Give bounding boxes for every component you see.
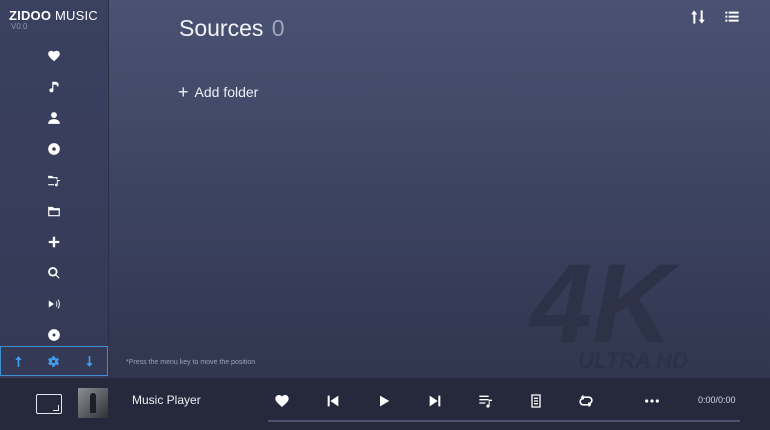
document-icon [531, 394, 541, 408]
folder-music-icon [48, 175, 60, 186]
person-icon [48, 111, 60, 124]
sidebar-item-albums[interactable] [0, 133, 108, 164]
search-icon [48, 266, 60, 279]
app-version: V0.0 [11, 22, 28, 31]
previous-button[interactable] [324, 392, 342, 410]
settings-button[interactable] [36, 347, 71, 375]
music-note-icon [49, 81, 59, 92]
move-up-button[interactable] [1, 347, 36, 375]
sidebar-item-artists[interactable] [0, 102, 108, 133]
playback-time: 0:00/0:00 [698, 395, 736, 405]
sidebar-item-folders[interactable] [0, 195, 108, 226]
watermark-ultra-hd: ULTRA HD [578, 348, 688, 373]
repeat-button[interactable] [577, 392, 595, 410]
record-icon [48, 328, 60, 341]
more-horizontal-icon [645, 399, 659, 403]
list-view-button[interactable] [724, 9, 740, 25]
skip-previous-icon [327, 395, 339, 407]
repeat-icon [579, 394, 593, 408]
disc-icon [48, 142, 60, 155]
sort-button[interactable] [690, 9, 706, 25]
playlist-music-icon [479, 395, 492, 408]
sidebar-item-search[interactable] [0, 257, 108, 288]
sidebar-position-controls [0, 346, 108, 376]
sidebar-item-music-folders[interactable] [0, 164, 108, 195]
arrow-down-icon [86, 355, 93, 367]
4k-ultra-hd-watermark: 4K ULTRA HD [528, 250, 688, 373]
skip-next-icon [429, 395, 441, 407]
track-title: Music Player [132, 393, 201, 407]
sidebar-item-songs[interactable] [0, 71, 108, 102]
header-actions [690, 9, 740, 25]
sidebar: ZIDOO MUSIC V0.0 [0, 0, 109, 378]
heart-icon [275, 395, 289, 407]
list-icon [725, 11, 739, 22]
more-button[interactable] [643, 392, 661, 410]
position-hint: *Press the menu key to move the position [126, 359, 256, 366]
sort-icon [691, 10, 705, 24]
play-button[interactable] [375, 392, 393, 410]
play-sound-icon [48, 298, 60, 309]
app-brand: ZIDOO MUSIC [9, 8, 98, 23]
brand-bold: ZIDOO [9, 8, 52, 23]
plus-icon: + [178, 82, 189, 102]
gear-icon [48, 355, 60, 367]
folder-icon [48, 206, 60, 216]
plus-icon [48, 236, 60, 247]
add-folder-button[interactable]: + Add folder [178, 83, 258, 101]
sidebar-item-add[interactable] [0, 226, 108, 257]
heart-icon [48, 50, 60, 61]
fullscreen-button[interactable] [36, 394, 62, 414]
playlist-button[interactable] [477, 392, 495, 410]
page-title-text: Sources [179, 15, 264, 41]
sidebar-item-favorites[interactable] [0, 40, 108, 71]
lyrics-button[interactable] [527, 392, 545, 410]
sidebar-item-now-playing[interactable] [0, 288, 108, 319]
album-art[interactable] [78, 388, 108, 418]
sources-count: 0 [271, 15, 285, 41]
progress-bar[interactable] [268, 420, 740, 422]
add-folder-label: Add folder [194, 84, 259, 100]
page-title: Sources 0 [179, 15, 285, 42]
arrow-up-icon [15, 355, 22, 367]
player-bar: Music Player 0:00/0:00 [0, 378, 770, 430]
favorite-button[interactable] [273, 392, 291, 410]
sidebar-nav [0, 40, 108, 350]
move-down-button[interactable] [72, 347, 107, 375]
next-button[interactable] [426, 392, 444, 410]
brand-light: MUSIC [54, 8, 98, 23]
play-icon [380, 395, 390, 407]
